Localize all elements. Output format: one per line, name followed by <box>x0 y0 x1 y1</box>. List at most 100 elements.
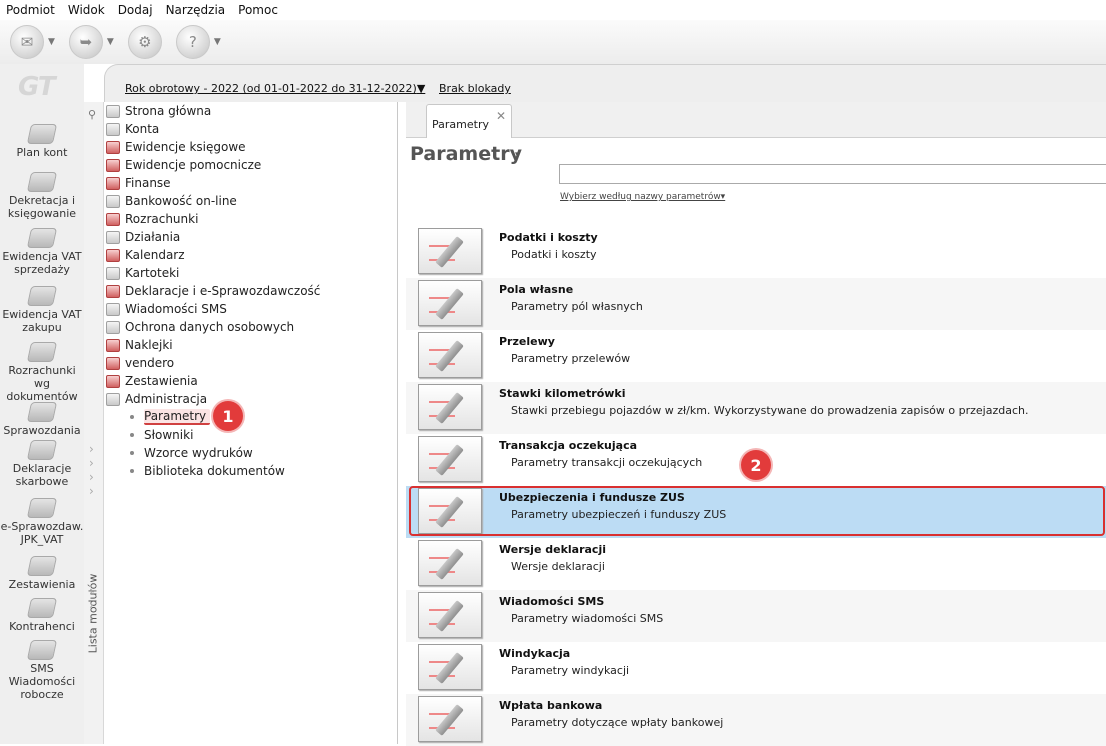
tree-subitem[interactable]: Słowniki <box>130 426 193 444</box>
tree-item[interactable]: Bankowość on-line <box>106 192 237 210</box>
tree-subitem[interactable]: Wzorce wydruków <box>130 444 253 462</box>
tree-item[interactable]: Ewidencje księgowe <box>106 138 246 156</box>
chevron-down-icon[interactable]: ▼ <box>48 37 55 47</box>
tree-item-label: Konta <box>125 122 160 136</box>
close-icon[interactable]: ✕ <box>496 109 506 123</box>
param-row[interactable]: Pola własne Parametry pól własnych <box>406 278 1106 330</box>
module-kontrahenci[interactable]: Kontrahenci <box>0 598 84 633</box>
param-description: Wersje deklaracji <box>511 560 605 573</box>
module-label: e-Sprawozdaw. JPK_VAT <box>0 520 84 546</box>
tree-item[interactable]: Ewidencje pomocnicze <box>106 156 261 174</box>
tree-item[interactable]: Konta <box>106 120 159 138</box>
param-row[interactable]: Stawki kilometrówki Stawki przebiegu poja… <box>406 382 1106 434</box>
param-row[interactable]: Wersje deklaracji Wersje deklaracji <box>406 538 1106 590</box>
tree-item[interactable]: Naklejki <box>106 336 173 354</box>
app-logo: GT <box>18 72 56 102</box>
tree-item[interactable]: Rozrachunki <box>106 210 198 228</box>
rozrachunki-icon <box>26 342 58 362</box>
modules-list-strip[interactable]: ⚲ › › › › Lista modułów › › › <box>84 102 104 744</box>
menu-podmiot[interactable]: Podmiot <box>6 3 55 17</box>
bullet-icon <box>130 433 134 437</box>
tree-item-label: Deklaracje i e-Sprawozdawczość <box>125 284 321 298</box>
tree-item-label: Zestawienia <box>125 374 198 388</box>
param-description: Parametry przelewów <box>511 352 631 365</box>
module-sprawozdania[interactable]: Sprawozdania <box>0 402 84 437</box>
module-rozrachunki[interactable]: Rozrachunki wg dokumentów <box>0 342 84 403</box>
tree-item[interactable]: Wiadomości SMS <box>106 300 227 318</box>
plan-kont-icon <box>26 124 58 144</box>
module-label: Kontrahenci <box>9 620 75 633</box>
help-button[interactable]: ? ▼ <box>175 25 221 59</box>
menu-pomoc[interactable]: Pomoc <box>238 3 278 17</box>
chevron-down-icon[interactable]: ▾ <box>515 150 520 160</box>
module-zestawienia[interactable]: Zestawienia <box>0 556 84 591</box>
fiscal-year-label: Rok obrotowy - 2022 (od 01-01-2022 do 31… <box>125 82 417 95</box>
tree-item[interactable]: Kartoteki <box>106 264 179 282</box>
module-label: Ewidencja VAT zakupu <box>2 308 82 334</box>
tree-item[interactable]: Ochrona danych osobowych <box>106 318 294 336</box>
tree-item[interactable]: Administracja <box>106 390 207 408</box>
chevron-down-icon: ▼ <box>416 82 426 95</box>
tree-item[interactable]: Zestawienia <box>106 372 198 390</box>
vat-zakup-icon <box>26 286 58 306</box>
module-sms[interactable]: SMS Wiadomości robocze <box>0 640 84 701</box>
tab-parametry[interactable]: Parametry ✕ <box>426 104 512 138</box>
param-row[interactable]: Windykacja Parametry windykacji <box>406 642 1106 694</box>
param-description: Parametry ubezpieczeń i funduszy ZUS <box>511 508 727 521</box>
tree-item[interactable]: Deklaracje i e-Sprawozdawczość <box>106 282 320 300</box>
edit-document-icon <box>418 696 482 742</box>
param-row[interactable]: Ubezpieczenia i fundusze ZUS Parametry ub… <box>406 486 1106 538</box>
tree-item[interactable]: Kalendarz <box>106 246 185 264</box>
tree-item-label: Kartoteki <box>125 266 180 280</box>
module-label: Ewidencja VAT sprzedaży <box>2 250 82 276</box>
menu-dodaj[interactable]: Dodaj <box>118 3 153 17</box>
tree-item-icon <box>106 212 120 226</box>
pin-icon[interactable]: ⚲ <box>88 108 96 121</box>
param-description: Parametry pól własnych <box>511 300 643 313</box>
sms-icon <box>26 640 58 660</box>
chevron-down-icon[interactable]: ▼ <box>214 37 221 47</box>
module-dekretacja[interactable]: Dekretacja i księgowanie <box>0 172 84 220</box>
page-title[interactable]: Parametry <box>410 143 522 165</box>
tree-item[interactable]: Działania <box>106 228 180 246</box>
tree-item-icon <box>106 194 120 208</box>
navigation-tree: Strona główna Konta Ewidencje księgowe Ewid… <box>104 102 398 744</box>
tree-item[interactable]: Strona główna <box>106 102 211 120</box>
param-row[interactable]: Wpłata bankowa Parametry dotyczące wpłaty… <box>406 694 1106 746</box>
edit-document-icon <box>418 644 482 690</box>
fiscal-year-selector[interactable]: Rok obrotowy - 2022 (od 01-01-2022 do 31… <box>125 82 425 95</box>
context-bar: Rok obrotowy - 2022 (od 01-01-2022 do 31… <box>104 64 1106 102</box>
edit-document-icon <box>418 592 482 638</box>
chevron-right-icon: › <box>89 598 94 612</box>
tools-button[interactable]: ⚙ <box>127 25 162 59</box>
module-deklaracje[interactable]: Deklaracje skarbowe <box>0 440 84 488</box>
param-title: Wpłata bankowa <box>499 699 603 712</box>
module-vat-sprzedaz[interactable]: Ewidencja VAT sprzedaży <box>0 228 84 276</box>
menu-widok[interactable]: Widok <box>68 3 105 17</box>
module-vat-zakup[interactable]: Ewidencja VAT zakupu <box>0 286 84 334</box>
search-input[interactable] <box>559 164 1106 184</box>
envelope-button[interactable]: ✉ ▼ <box>10 25 55 59</box>
tree-item-icon <box>106 176 120 190</box>
edit-document-icon <box>418 280 482 326</box>
param-row[interactable]: Podatki i koszty Podatki i koszty <box>406 226 1106 278</box>
param-title: Wersje deklaracji <box>499 543 606 556</box>
tree-item-label: Strona główna <box>125 104 212 118</box>
module-plan-kont[interactable]: Plan kont <box>0 124 84 159</box>
module-jpk[interactable]: e-Sprawozdaw. JPK_VAT <box>0 498 84 546</box>
search-mode-selector[interactable]: Wybierz według nazwy parametrów▾ <box>560 192 725 202</box>
menu-narzedzia[interactable]: Narzędzia <box>166 3 226 17</box>
tree-item[interactable]: Finanse <box>106 174 171 192</box>
param-description: Parametry wiadomości SMS <box>511 612 664 625</box>
chevron-down-icon[interactable]: ▼ <box>107 37 114 47</box>
modules-bar: GT Plan kont Dekretacja i księgowanie Ewid… <box>0 64 84 744</box>
tree-item[interactable]: vendero <box>106 354 174 372</box>
tree-subitem[interactable]: Biblioteka dokumentów <box>130 462 285 480</box>
tree-item-icon <box>106 230 120 244</box>
lock-status-link[interactable]: Brak blokady <box>439 82 511 95</box>
param-row[interactable]: Przelewy Parametry przelewów <box>406 330 1106 382</box>
help-icon: ? <box>175 25 210 59</box>
forward-button[interactable]: ➥ ▼ <box>68 25 114 59</box>
param-row[interactable]: Wiadomości SMS Parametry wiadomości SMS <box>406 590 1106 642</box>
tree-subitem-parametry[interactable]: Parametry <box>130 408 211 426</box>
